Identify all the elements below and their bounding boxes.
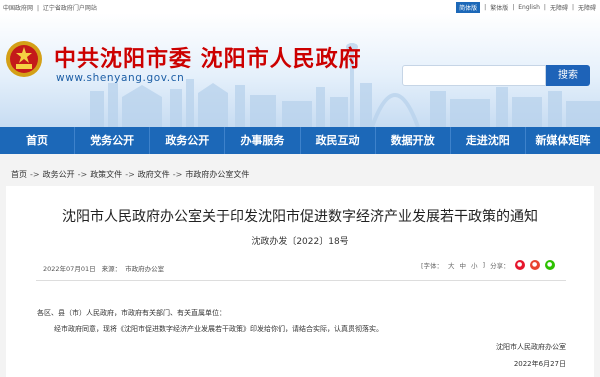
article-meta: 2022年07月01日 来源： 市政府办公室 [43,263,168,273]
font-size-medium[interactable]: 中 [460,260,467,270]
wechat-share-icon[interactable]: ● [544,260,555,270]
article-tools: [字体： 大 中 小 ] 分享： ● ● ● [421,260,555,270]
source-label: 来源： [101,265,122,273]
national-emblem-icon [6,41,42,77]
sign-date: 2022年6月27日 [513,360,566,368]
search-input[interactable] [402,65,546,86]
breadcrumb: 首页 -> 政务公开 -> 政策文件 -> 政府文件 -> 市政府办公室文件 [11,169,249,180]
language-switcher: 简体版 | 繁体版 | English | 无障碍 | 无障碍 [456,2,596,13]
lang-sep: | [512,4,515,11]
font-size-label: [字体： [421,262,444,270]
nav-home[interactable]: 首页 [0,127,76,154]
recipients-line: 各区、县（市）人民政府，市政府有关部门、有关直属单位： [37,309,226,317]
publish-date: 2022年07月01日 [43,265,96,273]
top-links: 中国政府网 | 辽宁省政府门户网站 [3,3,99,12]
breadcrumb-office-docs[interactable]: 市政府办公室文件 [185,170,249,179]
nav-services[interactable]: 办事服务 [225,127,301,154]
source-value: 市政府办公室 [125,265,165,273]
share-label: 分享： [490,262,510,270]
article-panel: 沈阳市人民政府办公室关于印发沈阳市促进数字经济产业发展若干政策的通知 沈政办发〔… [6,186,594,377]
site-url: www.shenyang.gov.cn [56,72,185,84]
lang-sep: | [543,4,546,11]
lang-traditional[interactable]: 繁体版 [490,3,508,12]
signature: 沈阳市人民政府办公室 [496,343,566,351]
breadcrumb-gov-docs[interactable]: 政府文件 [138,170,170,179]
qq-share-icon[interactable]: ● [529,260,540,270]
weibo-share-icon[interactable]: ● [514,260,525,270]
document-number: 沈政办发〔2022〕18号 [251,237,349,247]
site-title: 中共沈阳市委 沈阳市人民政府 [54,47,362,72]
breadcrumb-policy[interactable]: 政策文件 [90,170,122,179]
nav-new-media[interactable]: 新媒体矩阵 [526,127,600,154]
accessibility-link[interactable]: 无障碍 [550,3,568,12]
breadcrumb-sep: -> [30,170,40,179]
accessibility-link-2[interactable]: 无障碍 [578,3,596,12]
top-sep: | [36,5,39,12]
search-button[interactable]: 搜索 [546,65,590,86]
article-title: 沈阳市人民政府办公室关于印发沈阳市促进数字经济产业发展若干政策的通知 [62,209,538,225]
breadcrumb-sep: -> [77,170,88,179]
font-size-small[interactable]: 小 [471,260,478,270]
nav-interaction[interactable]: 政民互动 [301,127,376,154]
article-body: 经市政府同意，现将《沈阳市促进数字经济产业发展若干政策》印发给你们，请结合实际，… [54,325,383,333]
lang-sep: | [484,4,487,11]
breadcrumb-home[interactable]: 首页 [11,170,27,179]
nav-open-data[interactable]: 数据开放 [376,127,451,154]
main-nav: 首页 党务公开 政务公开 办事服务 政民互动 数据开放 走进沈阳 新媒体矩阵 [0,127,600,154]
link-liaoning-gov[interactable]: 辽宁省政府门户网站 [43,5,97,12]
nav-party-affairs[interactable]: 党务公开 [75,127,151,154]
divider [36,280,566,281]
breadcrumb-gov-affairs[interactable]: 政务公开 [43,170,75,179]
lang-sep: | [571,4,574,11]
header-banner: 中共沈阳市委 沈阳市人民政府 www.shenyang.gov.cn 搜索 [0,13,600,127]
link-central-gov[interactable]: 中国政府网 [3,5,33,12]
nav-about-city[interactable]: 走进沈阳 [451,127,526,154]
breadcrumb-sep: -> [172,170,183,179]
breadcrumb-sep: -> [125,170,135,179]
font-size-large[interactable]: 大 [448,260,455,270]
nav-gov-affairs[interactable]: 政务公开 [150,127,226,154]
lang-simplified[interactable]: 简体版 [456,2,481,13]
top-utility-bar: 中国政府网 | 辽宁省政府门户网站 简体版 | 繁体版 | English | … [0,0,600,13]
font-size-bracket: ] [482,261,486,269]
lang-english[interactable]: English [518,4,540,11]
